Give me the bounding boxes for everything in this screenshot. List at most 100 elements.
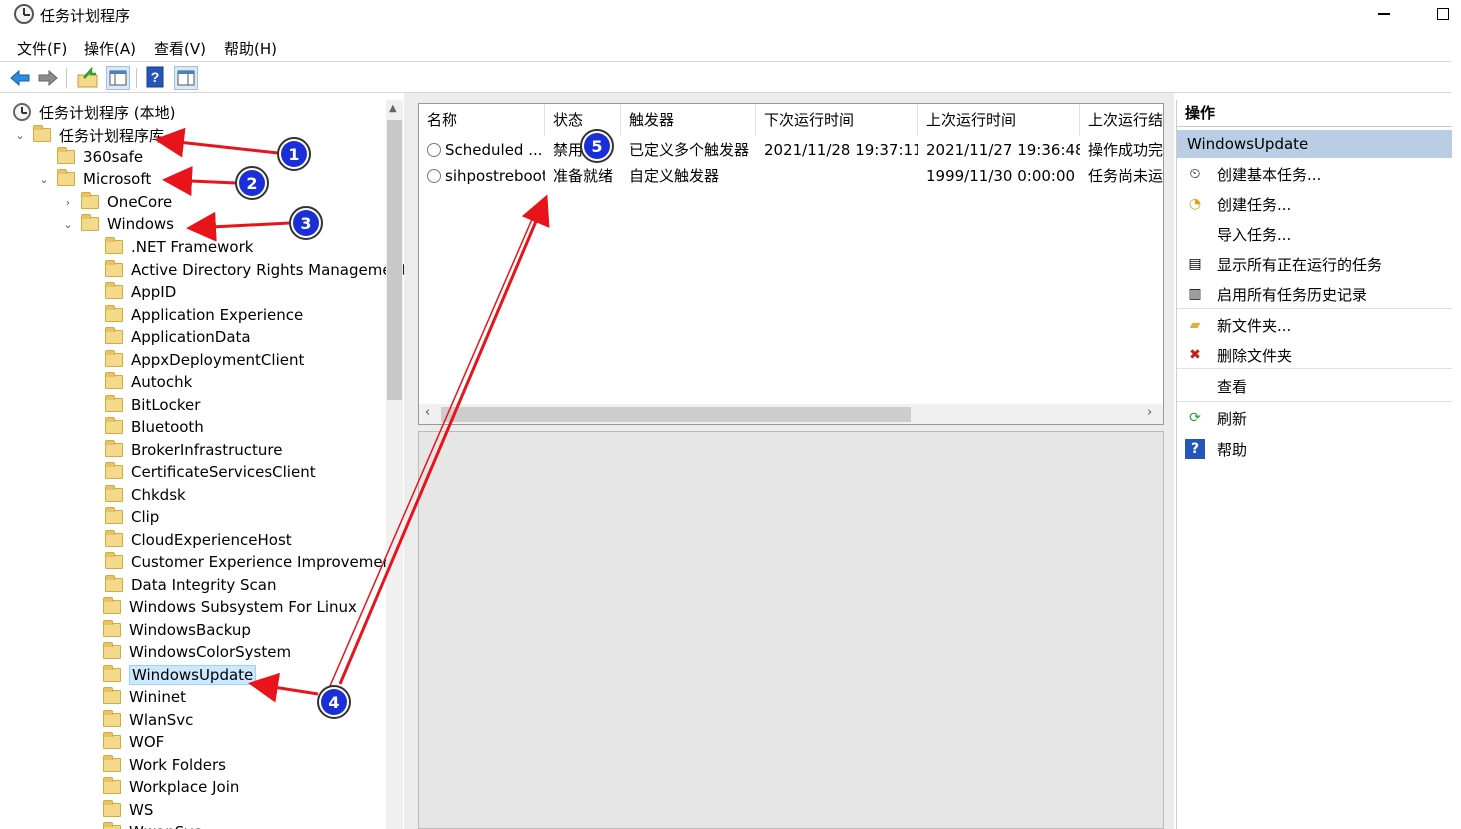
folder-icon [105,259,123,277]
column-header-trigger[interactable]: 触发器 [621,104,756,136]
tree-item-data-integrity-scan[interactable]: Data Integrity Scan [105,574,276,596]
menu-file[interactable]: 文件(F) [17,38,67,59]
action-item[interactable]: ▤ 显示所有正在运行的任务 [1177,249,1452,279]
show-hide-action-pane-icon[interactable] [174,66,198,90]
action-item[interactable]: ? 帮助 [1177,434,1452,464]
tree-item-wwansvc[interactable]: WwanSvc [103,821,201,829]
tree-item-application-experience[interactable]: Application Experience [105,304,303,326]
tree-root-label: 任务计划程序 (本地) [39,103,176,122]
maximize-icon [1437,8,1449,20]
tree-item-ws[interactable]: WS [103,799,153,821]
refresh-icon: ⟳ [1189,410,1201,426]
task-pane: 名称 状态 触发器 下次运行时间 上次运行时间 上次运行结 Scheduled … [404,93,1174,829]
tree-item-applicationdata[interactable]: ApplicationData [105,326,251,348]
folder-icon [103,619,121,637]
column-header-next-run[interactable]: 下次运行时间 [756,104,918,136]
column-header-status[interactable]: 状态 [545,104,621,136]
maximize-button[interactable] [1428,2,1458,26]
minimize-button[interactable] [1369,2,1399,26]
column-header-last-result[interactable]: 上次运行结 [1080,104,1163,136]
scroll-left-icon[interactable]: ‹ [425,405,430,420]
tree-item-certificateservicesclient[interactable]: CertificateServicesClient [105,461,316,483]
menu-view[interactable]: 查看(V) [154,38,206,59]
action-item[interactable]: 查看 [1177,371,1452,401]
folder-icon [105,439,123,457]
action-label: 创建任务... [1217,195,1292,214]
action-item[interactable]: 导入任务... [1177,219,1452,249]
cell-last-result: 任务尚未运 [1088,167,1164,185]
action-item[interactable]: ▰ 新文件夹... [1177,310,1452,340]
folder-icon [103,754,121,772]
tree-item-windows-subsystem-for-linux[interactable]: Windows Subsystem For Linux [103,596,357,618]
chevron-right-icon[interactable]: › [61,196,75,209]
tree-item-work-folders[interactable]: Work Folders [103,754,226,776]
actions-section-windowsupdate[interactable]: WindowsUpdate [1177,130,1452,158]
chevron-down-icon[interactable]: ⌄ [13,129,27,142]
chevron-down-icon[interactable]: ⌄ [61,218,75,231]
folder-icon [81,192,99,209]
horizontal-scrollbar[interactable]: ‹ › [419,404,1163,424]
tree-item-label: AppxDeploymentClient [131,350,305,369]
action-label: 启用所有任务历史记录 [1217,285,1368,304]
tree-item-label: Clip [131,508,160,526]
tree-item-wof[interactable]: WOF [103,731,164,753]
tree-item-chkdsk[interactable]: Chkdsk [105,484,186,506]
back-arrow-icon[interactable] [8,66,32,90]
action-item[interactable]: ◔ 创建任务... [1177,189,1452,219]
action-item[interactable]: ✖ 删除文件夹 [1177,340,1452,370]
show-hide-console-tree-icon[interactable] [106,66,130,90]
scroll-right-icon[interactable]: › [1147,405,1152,420]
tree-item-customer-experience-improvement-p[interactable]: Customer Experience Improvement P [105,551,412,573]
tree-item-360safe[interactable]: 360safe [57,146,143,168]
tree-item-wininet[interactable]: Wininet [103,686,186,708]
tree-item-net-framework[interactable]: .NET Framework [105,236,253,258]
action-item[interactable]: ▥ 启用所有任务历史记录 [1177,279,1452,309]
scroll-up-icon[interactable]: ▲ [389,103,397,114]
menu-action[interactable]: 操作(A) [84,38,136,59]
tree-item-bluetooth[interactable]: Bluetooth [105,416,204,438]
tree-item-windows[interactable]: ⌄ Windows [61,213,174,235]
tree-item-bitlocker[interactable]: BitLocker [105,394,200,416]
folder-icon [103,597,121,614]
menu-help[interactable]: 帮助(H) [224,38,277,59]
tree-item-onecore[interactable]: › OneCore [61,191,172,213]
tree-item-windowsbackup[interactable]: WindowsBackup [103,619,251,641]
folder-icon [105,304,123,322]
folder-icon [81,214,99,231]
help-icon[interactable]: ? [145,66,169,90]
column-header-last-run[interactable]: 上次运行时间 [918,104,1080,136]
tree-item-appxdeploymentclient[interactable]: AppxDeploymentClient [105,349,304,371]
tree-item-label: OneCore [107,193,173,211]
tree-item-label: WindowsUpdate [129,664,257,685]
tree-scrollbar[interactable]: ▲ [386,100,403,829]
chevron-down-icon[interactable]: ⌄ [37,173,51,186]
tree-item-cloudexperiencehost[interactable]: CloudExperienceHost [105,529,292,551]
tree-item-windowsupdate[interactable]: WindowsUpdate [103,664,257,686]
tree-item-appid[interactable]: AppID [105,281,176,303]
tree-item-clip[interactable]: Clip [105,506,159,528]
action-item[interactable]: ⟳ 刷新 [1177,403,1452,433]
tree-item-task-library[interactable]: ⌄ 任务计划程序库 [13,124,164,146]
scroll-thumb[interactable] [387,120,402,400]
tree-item-autochk[interactable]: Autochk [105,371,192,393]
tree-item-microsoft[interactable]: ⌄ Microsoft [37,168,151,190]
task-clock-icon [427,168,441,183]
forward-arrow-icon[interactable] [36,66,60,90]
cell-last-result: 操作成功完 [1088,141,1164,159]
tree-item-active-directory-rights-management[interactable]: Active Directory Rights Management [105,259,407,281]
folder-icon [103,777,121,794]
tree-item-wlansvc[interactable]: WlanSvc [103,709,193,731]
folder-icon [105,282,123,299]
actions-pane: 操作 WindowsUpdate ⏲ 创建基本任务... ◔ 创建任务... 导入任务.… [1176,100,1452,829]
tree-root[interactable]: 任务计划程序 (本地) [13,101,175,123]
scroll-thumb[interactable] [441,407,911,422]
tree-item-windowscolorsystem[interactable]: WindowsColorSystem [103,641,291,663]
folder-icon [105,529,123,547]
tree-item-workplace-join[interactable]: Workplace Join [103,776,239,798]
action-item[interactable]: ⏲ 创建基本任务... [1177,159,1452,189]
column-header-name[interactable]: 名称 [419,104,545,136]
annotation-badge-3: 3 [289,206,323,240]
tree-item-label: .NET Framework [131,238,254,256]
folder-up-icon[interactable] [76,66,100,90]
tree-item-brokerinfrastructure[interactable]: BrokerInfrastructure [105,439,283,461]
